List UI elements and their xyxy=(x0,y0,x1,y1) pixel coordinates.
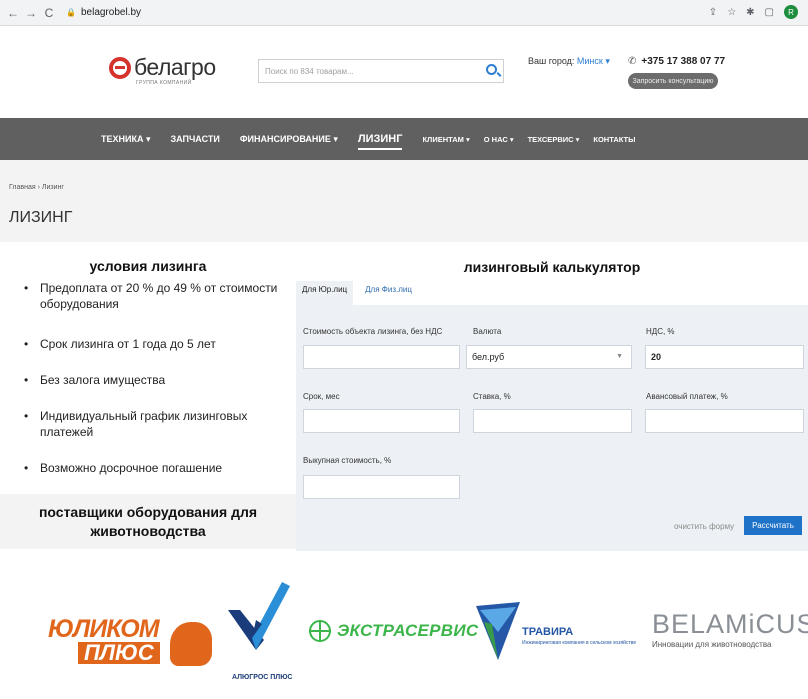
extensions-icon[interactable]: ✱ xyxy=(746,7,754,18)
term-label: Срок, мес xyxy=(303,392,340,401)
consult-button[interactable]: Запросить консультацию xyxy=(628,73,718,89)
currency-label: Валюта xyxy=(473,327,502,336)
search-icon[interactable] xyxy=(486,64,497,75)
back-icon[interactable]: ← xyxy=(4,6,22,20)
breadcrumb[interactable]: Главная › Лизинг xyxy=(9,184,64,191)
list-item: Предоплата от 20 % до 49 % от стоимости … xyxy=(0,280,296,312)
phone-icon: ✆ xyxy=(628,56,637,67)
buyout-input[interactable] xyxy=(303,475,460,499)
algros-name: АЛЮГРОС ПЛЮС xyxy=(232,674,293,681)
lock-icon: 🔒 xyxy=(66,8,76,17)
globe-icon xyxy=(309,620,331,642)
nav-item-o-nas[interactable]: О НАС ▾ xyxy=(484,135,514,144)
yulikom-plus: ПЛЮС xyxy=(78,642,160,664)
site-logo[interactable]: белагро ГРУППА КОМПАНИЙ xyxy=(109,54,216,86)
logo-mark-icon xyxy=(109,56,131,79)
belamicus-logo[interactable]: BELAMiCUS Инновации для животноводства xyxy=(652,610,808,649)
search-input[interactable]: Поиск по 834 товарам... xyxy=(258,59,504,83)
clear-form-link[interactable]: очистить форму xyxy=(674,522,734,531)
yulikom-logo[interactable]: ЮЛИКОМ ПЛЮС xyxy=(48,615,212,666)
travira-subtitle: Инжиниринговая компания в сельском хозяй… xyxy=(522,640,637,646)
extraservis-logo[interactable]: ЭКСТРАСЕРВИС xyxy=(309,620,479,642)
reload-icon[interactable]: C xyxy=(40,6,58,20)
profile-avatar[interactable]: R xyxy=(784,5,798,19)
list-item: Возможно досрочное погашение xyxy=(0,460,296,476)
travira-mark-icon xyxy=(476,602,520,660)
city-selector[interactable]: Ваш город: Минск ▾ xyxy=(528,56,610,67)
star-icon[interactable]: ☆ xyxy=(727,7,736,18)
forward-icon[interactable]: → xyxy=(22,6,40,20)
address-bar[interactable]: 🔒 belagrobel.by xyxy=(66,7,141,18)
nav-item-technika[interactable]: ТЕХНИКА ▾ xyxy=(101,134,150,145)
yulikom-name: ЮЛИКОМ xyxy=(48,615,160,643)
main-navigation: ТЕХНИКА ▾ ЗАПЧАСТИ ФИНАНСИРОВАНИЕ ▾ ЛИЗИ… xyxy=(0,118,808,160)
window-icon[interactable]: ▢ xyxy=(765,7,774,18)
vat-input[interactable]: 20 xyxy=(645,345,804,369)
algros-logo[interactable]: АЛЮГРОС ПЛЮС xyxy=(226,580,296,690)
url-text[interactable]: belagrobel.by xyxy=(81,7,141,18)
leasing-conditions: условия лизинга Предоплата от 20 % до 49… xyxy=(0,258,296,476)
advance-label: Авансовый платеж, % xyxy=(646,392,728,401)
calculator-title: лизинговый калькулятор xyxy=(463,259,641,275)
tab-legal-entities[interactable]: Для Юр.лиц xyxy=(296,281,354,308)
suppliers-heading-band: поставщики оборудования для животноводст… xyxy=(0,494,296,549)
list-item: Индивидуальный график лизинговых платеже… xyxy=(0,408,296,440)
currency-select[interactable]: бел.руб ▼ xyxy=(466,345,632,369)
phone-number[interactable]: ✆ +375 17 388 07 77 xyxy=(628,56,725,67)
algros-mark-icon xyxy=(228,582,290,650)
buyout-label: Выкупная стоимость, % xyxy=(303,456,392,465)
nav-item-klientam[interactable]: КЛИЕНТАМ ▾ xyxy=(422,135,469,144)
conditions-title: условия лизинга xyxy=(89,258,207,274)
calculator-panel: Стоимость объекта лизинга, без НДС Валют… xyxy=(296,305,808,551)
nav-item-lizing[interactable]: ЛИЗИНГ xyxy=(357,133,402,150)
nav-item-finansirovanie[interactable]: ФИНАНСИРОВАНИЕ ▾ xyxy=(240,134,338,145)
belamicus-subtitle: Инновации для животноводства xyxy=(652,640,772,649)
logo-text: белагро xyxy=(134,54,216,80)
chevron-down-icon: ▼ xyxy=(616,353,623,360)
extraservis-name: ЭКСТРАСЕРВИС xyxy=(337,621,479,640)
travira-name: ТРАВИРА xyxy=(522,626,574,638)
tab-individuals[interactable]: Для Физ.лиц xyxy=(359,281,418,308)
cow-icon xyxy=(170,622,212,666)
page-title: ЛИЗИНГ xyxy=(9,209,73,226)
nav-item-kontakty[interactable]: КОНТАКТЫ xyxy=(593,135,635,144)
city-value[interactable]: Минск ▾ xyxy=(577,56,610,66)
belamicus-name: BELAMiCUS xyxy=(652,609,808,639)
browser-actions: ⇪ ☆ ✱ ▢ R xyxy=(709,5,798,19)
nav-item-techservis[interactable]: ТЕХСЕРВИС ▾ xyxy=(528,135,580,144)
list-item: Без залога имущества xyxy=(0,372,296,388)
phone-text: +375 17 388 07 77 xyxy=(641,56,726,67)
cost-input[interactable] xyxy=(303,345,460,369)
calculate-button[interactable]: Рассчитать xyxy=(744,516,802,535)
nav-item-zapchasti[interactable]: ЗАПЧАСТИ xyxy=(170,134,219,144)
supplier-logos: ЮЛИКОМ ПЛЮС АЛЮГРОС ПЛЮС ЭКСТРАСЕРВИС ТР… xyxy=(0,580,808,699)
logo-subtitle: ГРУППА КОМПАНИЙ xyxy=(136,80,192,86)
cost-label: Стоимость объекта лизинга, без НДС xyxy=(303,327,443,336)
currency-value: бел.руб xyxy=(472,352,505,362)
advance-input[interactable] xyxy=(645,409,804,433)
term-input[interactable] xyxy=(303,409,460,433)
rate-input[interactable] xyxy=(473,409,632,433)
share-icon[interactable]: ⇪ xyxy=(709,7,717,18)
page-title-band: Главная › Лизинг ЛИЗИНГ xyxy=(0,160,808,242)
search-placeholder: Поиск по 834 товарам... xyxy=(265,66,354,76)
suppliers-title: поставщики оборудования для животноводст… xyxy=(38,503,258,539)
vat-label: НДС, % xyxy=(646,327,675,336)
site-header: белагро ГРУППА КОМПАНИЙ Поиск по 834 тов… xyxy=(0,26,808,118)
calculator-tabs: Для Юр.лиц Для Физ.лиц xyxy=(296,281,808,308)
rate-label: Ставка, % xyxy=(473,392,511,401)
city-label: Ваш город: xyxy=(528,56,575,66)
list-item: Срок лизинга от 1 года до 5 лет xyxy=(0,336,296,352)
browser-toolbar: ← → C 🔒 belagrobel.by ⇪ ☆ ✱ ▢ R xyxy=(0,0,808,26)
conditions-list: Предоплата от 20 % до 49 % от стоимости … xyxy=(0,280,296,476)
